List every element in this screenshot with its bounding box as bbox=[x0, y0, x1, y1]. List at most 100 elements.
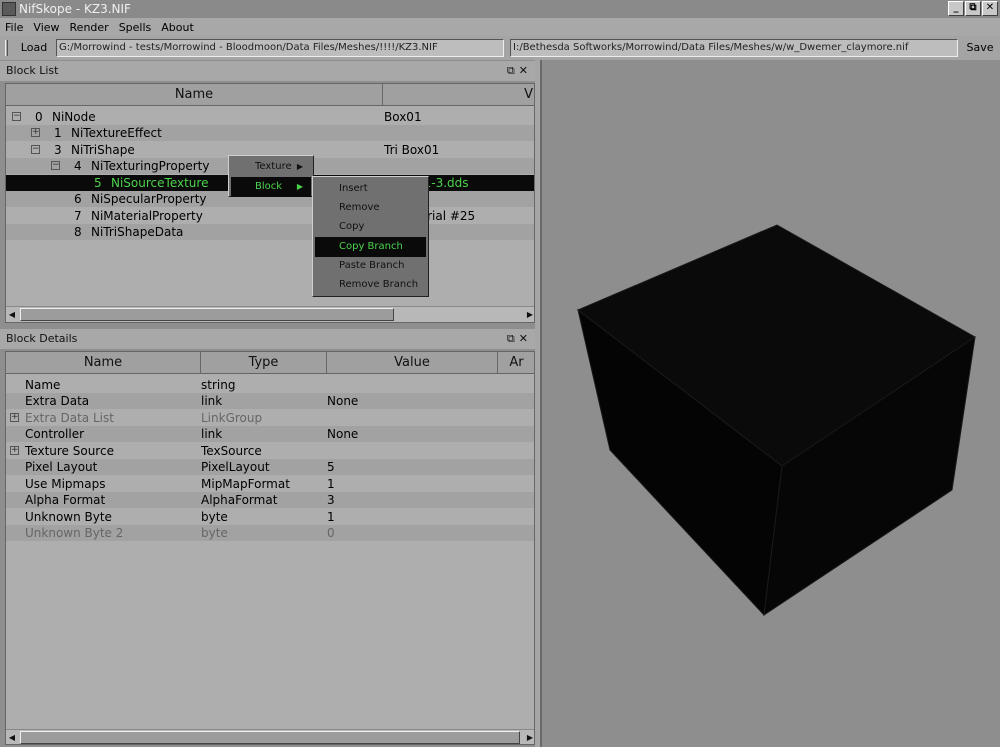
block-details-table[interactable]: Name Type Value Ar Name string Extra Dat… bbox=[5, 351, 535, 745]
expand-icon[interactable]: + bbox=[10, 446, 19, 455]
block-value: Tri Box01 bbox=[384, 143, 440, 157]
block-list-tree[interactable]: Name V − 0 NiNode Box01 + 1 NiTextureEff… bbox=[5, 83, 535, 323]
menu-item-copy[interactable]: Copy bbox=[315, 217, 426, 237]
block-details-hscrollbar[interactable]: ◀ ▶ bbox=[6, 729, 534, 744]
detail-row[interactable]: Extra Data link None bbox=[6, 393, 534, 409]
field-name: Alpha Format bbox=[25, 493, 106, 507]
tree-row[interactable]: 8 NiTriShapeData bbox=[6, 224, 534, 240]
block-index: 7 bbox=[74, 209, 82, 223]
scroll-thumb[interactable] bbox=[20, 308, 394, 321]
block-name: NiTextureEffect bbox=[71, 126, 162, 140]
title-bar: NifSkope - KZ3.NIF _ ⧉ ✕ bbox=[0, 0, 1000, 18]
column-header-name[interactable]: Name bbox=[6, 352, 201, 374]
toolbar-grip[interactable] bbox=[5, 40, 8, 56]
submenu-arrow-icon: ▶ bbox=[296, 162, 303, 171]
scroll-right-icon[interactable]: ▶ bbox=[524, 730, 534, 744]
close-icon[interactable]: ✕ bbox=[982, 1, 998, 16]
block-index: 0 bbox=[35, 110, 43, 124]
detail-row[interactable]: Alpha Format AlphaFormat 3 bbox=[6, 492, 534, 508]
menu-spells[interactable]: Spells bbox=[114, 21, 157, 34]
minimize-icon[interactable]: _ bbox=[948, 1, 964, 16]
block-index: 6 bbox=[74, 192, 82, 206]
detail-row[interactable]: Unknown Byte byte 1 bbox=[6, 509, 534, 525]
scroll-left-icon[interactable]: ◀ bbox=[6, 730, 18, 744]
tree-row[interactable]: − 0 NiNode Box01 bbox=[6, 109, 534, 125]
block-list-dock-buttons[interactable]: ⧉✕ bbox=[507, 61, 532, 81]
block-name: NiMaterialProperty bbox=[91, 209, 203, 223]
context-item-label: Block bbox=[255, 181, 283, 192]
column-header-arg[interactable]: Ar bbox=[498, 352, 534, 374]
context-item-label: Texture bbox=[255, 161, 292, 172]
restore-icon[interactable]: ⧉ bbox=[965, 1, 981, 16]
menu-file[interactable]: File bbox=[0, 21, 28, 34]
field-value[interactable]: 5 bbox=[327, 459, 335, 475]
tree-row[interactable]: 7 NiMaterialProperty terial #25 bbox=[6, 208, 534, 224]
field-name: Controller bbox=[25, 427, 85, 441]
collapse-icon[interactable]: − bbox=[31, 145, 40, 154]
load-path-field[interactable]: G:/Morrowind - tests/Morrowind - Bloodmo… bbox=[56, 39, 504, 57]
load-button[interactable]: Load bbox=[14, 39, 54, 57]
menu-item-remove-branch[interactable]: Remove Branch bbox=[315, 275, 426, 295]
menu-item-copy-branch[interactable]: Copy Branch bbox=[315, 237, 426, 257]
window-controls: _ ⧉ ✕ bbox=[948, 1, 998, 16]
save-button[interactable]: Save bbox=[962, 39, 998, 57]
menu-item-remove[interactable]: Remove bbox=[315, 198, 426, 218]
scroll-left-icon[interactable]: ◀ bbox=[6, 307, 18, 322]
render-viewport[interactable] bbox=[540, 60, 1000, 747]
detail-row[interactable]: Pixel Layout PixelLayout 5 bbox=[6, 459, 534, 475]
block-name: NiTriShape bbox=[71, 143, 135, 157]
detail-row[interactable]: Name string bbox=[6, 377, 534, 393]
tree-row[interactable]: + 1 NiTextureEffect bbox=[6, 125, 534, 141]
block-details-dock-title[interactable]: Block Details ⧉✕ bbox=[0, 329, 538, 349]
column-header-name[interactable]: Name bbox=[6, 84, 383, 106]
field-type: link bbox=[201, 394, 223, 408]
block-name: NiSpecularProperty bbox=[91, 192, 207, 206]
block-list-title: Block List bbox=[6, 64, 59, 77]
menu-render[interactable]: Render bbox=[65, 21, 114, 34]
column-header-value[interactable]: V bbox=[383, 84, 534, 106]
block-name: NiNode bbox=[52, 110, 96, 124]
context-item-texture[interactable]: Texture ▶ bbox=[231, 157, 311, 177]
cube-render bbox=[577, 224, 976, 617]
context-item-block[interactable]: Block ▶ bbox=[231, 177, 311, 197]
field-name: Unknown Byte bbox=[25, 510, 112, 524]
field-type: link bbox=[201, 427, 223, 441]
field-value[interactable]: 0 bbox=[327, 525, 335, 541]
detail-row[interactable]: Controller link None bbox=[6, 426, 534, 442]
block-list-dock-title[interactable]: Block List ⧉✕ bbox=[0, 61, 538, 81]
field-type: LinkGroup bbox=[201, 411, 263, 425]
column-header-value[interactable]: Value bbox=[327, 352, 498, 374]
detail-row[interactable]: + Extra Data List LinkGroup bbox=[6, 410, 534, 426]
detail-row[interactable]: Unknown Byte 2 byte 0 bbox=[6, 525, 534, 541]
scroll-thumb[interactable] bbox=[20, 731, 520, 744]
expand-icon[interactable]: + bbox=[10, 413, 19, 422]
column-header-type[interactable]: Type bbox=[201, 352, 327, 374]
field-value[interactable]: 1 bbox=[327, 476, 335, 492]
field-value[interactable]: 1 bbox=[327, 509, 335, 525]
expand-icon[interactable]: + bbox=[31, 128, 40, 137]
block-details-dock-buttons[interactable]: ⧉✕ bbox=[507, 329, 532, 349]
block-details-title: Block Details bbox=[6, 332, 78, 345]
field-type: TexSource bbox=[201, 444, 262, 458]
detail-row[interactable]: + Texture Source TexSource bbox=[6, 443, 534, 459]
block-name: NiTexturingProperty bbox=[91, 159, 210, 173]
menu-item-insert[interactable]: Insert bbox=[315, 179, 426, 199]
menu-view[interactable]: View bbox=[28, 21, 64, 34]
field-value[interactable]: 3 bbox=[327, 492, 335, 508]
field-name: Unknown Byte 2 bbox=[25, 526, 124, 540]
menu-about[interactable]: About bbox=[156, 21, 199, 34]
field-value[interactable]: None bbox=[327, 393, 358, 409]
field-type: PixelLayout bbox=[201, 460, 270, 474]
menu-item-paste-branch[interactable]: Paste Branch bbox=[315, 256, 426, 276]
field-type: byte bbox=[201, 526, 228, 540]
field-value[interactable]: None bbox=[327, 426, 358, 442]
collapse-icon[interactable]: − bbox=[51, 161, 60, 170]
scroll-right-icon[interactable]: ▶ bbox=[524, 307, 534, 322]
block-list-hscrollbar[interactable]: ◀ ▶ bbox=[6, 306, 534, 322]
detail-row[interactable]: Use Mipmaps MipMapFormat 1 bbox=[6, 476, 534, 492]
block-index: 4 bbox=[74, 159, 82, 173]
block-submenu: Insert Remove Copy Copy Branch Paste Bra… bbox=[312, 176, 429, 297]
field-name: Name bbox=[25, 378, 61, 392]
collapse-icon[interactable]: − bbox=[12, 112, 21, 121]
save-path-field[interactable]: I:/Bethesda Softworks/Morrowind/Data Fil… bbox=[510, 39, 958, 57]
